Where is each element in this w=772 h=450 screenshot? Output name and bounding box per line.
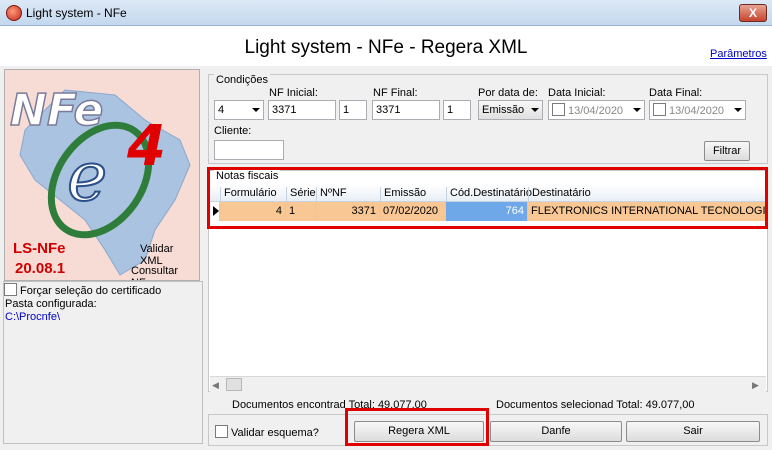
nf-inicial-serie-input[interactable]: 1 bbox=[339, 100, 367, 120]
window-title: Light system - NFe bbox=[26, 6, 127, 20]
force-cert-option[interactable]: Forçar seleção do certificado bbox=[4, 283, 161, 297]
data-final-checkbox[interactable] bbox=[653, 103, 666, 116]
pasta-value: C:\Procnfe\ bbox=[5, 311, 61, 323]
validar-esquema-label: Validar esquema? bbox=[231, 427, 319, 439]
sair-button[interactable]: Sair bbox=[626, 421, 760, 442]
pasta-label: Pasta configurada: bbox=[5, 298, 97, 310]
force-cert-label: Forçar seleção do certificado bbox=[20, 285, 162, 297]
serie-select[interactable]: 4 bbox=[214, 100, 264, 120]
highlight-box-grid bbox=[207, 167, 768, 229]
chevron-down-icon bbox=[734, 108, 742, 112]
horizontal-scrollbar[interactable]: ◀ ▶ bbox=[210, 376, 766, 392]
nf-final-label: NF Final: bbox=[373, 87, 418, 99]
scroll-right-icon[interactable]: ▶ bbox=[752, 380, 759, 391]
scroll-left-icon[interactable]: ◀ bbox=[212, 380, 219, 391]
svg-text:e: e bbox=[67, 138, 107, 217]
validar-xml-link[interactable]: Validar XML bbox=[140, 243, 199, 267]
nf-final-input[interactable]: 3371 bbox=[372, 100, 440, 120]
filtrar-button[interactable]: Filtrar bbox=[704, 141, 750, 161]
chevron-down-icon bbox=[633, 108, 641, 112]
conditions-label: Condições bbox=[214, 74, 270, 86]
nf-final-serie-input[interactable]: 1 bbox=[443, 100, 471, 120]
danfe-button[interactable]: Danfe bbox=[490, 421, 622, 442]
nf-inicial-input[interactable]: 3371 bbox=[268, 100, 336, 120]
nfe-wordmark: NFe bbox=[10, 85, 103, 136]
product-name: LS-NFe bbox=[13, 240, 66, 257]
page-title: Light system - NFe - Regera XML bbox=[244, 37, 528, 58]
por-data-select[interactable]: Emissão bbox=[478, 100, 543, 120]
parametros-link[interactable]: Parâmetros bbox=[710, 48, 767, 60]
cliente-label: Cliente: bbox=[214, 125, 252, 137]
nfe-logo-panel: e NFe 4 LS-NFe 20.08.1 Validar XML Consu… bbox=[4, 69, 200, 281]
data-final-value: 13/04/2020 bbox=[669, 105, 725, 117]
chevron-down-icon bbox=[252, 108, 260, 112]
app-icon bbox=[6, 5, 22, 21]
close-button[interactable]: X bbox=[739, 4, 767, 22]
por-data-label: Por data de: bbox=[478, 87, 538, 99]
status-selected: Documentos selecionad Total: 49.077,00 bbox=[496, 399, 695, 411]
data-final-picker[interactable]: 13/04/2020 bbox=[649, 100, 746, 120]
consultar-nfe-link[interactable]: Consultar NFe bbox=[131, 265, 199, 280]
chevron-down-icon bbox=[531, 108, 539, 112]
data-final-label: Data Final: bbox=[649, 87, 703, 99]
validar-esquema-checkbox[interactable] bbox=[215, 425, 228, 438]
data-inicial-checkbox[interactable] bbox=[552, 103, 565, 116]
version-digit: 4 bbox=[126, 114, 166, 179]
validar-esquema-option[interactable]: Validar esquema? bbox=[215, 425, 319, 439]
force-cert-checkbox[interactable] bbox=[4, 283, 17, 296]
product-version: 20.08.1 bbox=[15, 260, 66, 277]
por-data-value: Emissão bbox=[482, 104, 525, 116]
scroll-thumb[interactable] bbox=[226, 378, 242, 391]
highlight-box-regera bbox=[345, 408, 489, 446]
data-inicial-value: 13/04/2020 bbox=[568, 105, 624, 117]
serie-value: 4 bbox=[218, 104, 225, 116]
data-inicial-label: Data Inicial: bbox=[548, 87, 606, 99]
cliente-input[interactable] bbox=[214, 140, 284, 160]
data-inicial-picker[interactable]: 13/04/2020 bbox=[548, 100, 645, 120]
nf-inicial-label: NF Inicial: bbox=[269, 87, 318, 99]
